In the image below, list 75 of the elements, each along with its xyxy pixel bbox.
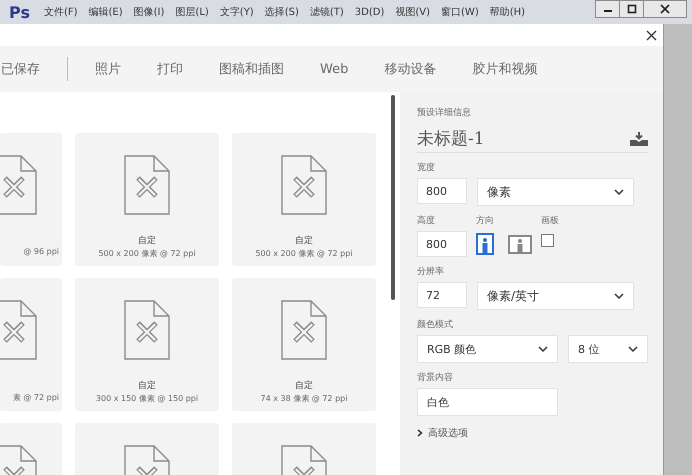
chevron-icon (628, 346, 638, 352)
preset-card[interactable]: @ 96 ppi (0, 133, 62, 266)
preset-name: 自定 (138, 380, 156, 392)
menu-item[interactable]: 3D(D) (354, 6, 384, 18)
menu-item[interactable]: 选择(S) (264, 5, 299, 19)
category-tab[interactable]: Web (320, 62, 348, 76)
field-label: 画板 (541, 214, 559, 227)
artboard-checkbox[interactable] (541, 234, 554, 247)
minimize-button[interactable] (595, 0, 620, 18)
field-label: 方向 (476, 214, 495, 227)
document-icon (124, 300, 170, 360)
field-label: 宽度 (417, 162, 436, 174)
close-button[interactable] (643, 0, 687, 18)
preset-card[interactable]: 自定 500 x 200 像素 @ 72 ppi (232, 133, 376, 266)
preset-size: 500 x 200 像素 @ 72 ppi (98, 248, 196, 259)
document-icon (124, 155, 170, 215)
portrait-orientation-icon[interactable] (476, 233, 494, 255)
menu-item[interactable]: 帮助(H) (490, 5, 526, 19)
category-tab[interactable]: 打印 (157, 60, 183, 78)
preset-card[interactable]: 素 @ 72 ppi (0, 278, 62, 411)
field-label: 分辨率 (417, 266, 445, 278)
app-logo[interactable]: Ps (0, 2, 44, 22)
preset-card[interactable]: 自定 74 x 38 像素 @ 72 ppi (232, 278, 376, 411)
category-tab[interactable]: 移动设备 (384, 60, 436, 78)
document-icon (0, 155, 37, 215)
menu-item[interactable]: 滤镜(T) (310, 5, 344, 19)
category-tab[interactable]: 图稿和插图 (219, 60, 284, 78)
close-icon (646, 30, 657, 40)
preset-name: 自定 (295, 380, 313, 392)
category-tab[interactable]: 胶片和视频 (472, 60, 538, 78)
section-heading: 预设详细信息 (417, 106, 472, 119)
chevron-icon (538, 346, 548, 352)
field-label: 高度 (417, 214, 436, 227)
preset-card[interactable]: 自定 500 x 200 像素 @ 72 ppi (75, 133, 219, 266)
menu-item[interactable]: 窗口(W) (441, 5, 479, 19)
preset-size: 素 @ 72 ppi (12, 392, 59, 403)
menu-item[interactable]: 文字(Y) (220, 5, 254, 19)
document-icon (281, 155, 327, 215)
close-icon (660, 4, 670, 14)
document-icon (281, 300, 327, 360)
menu-item[interactable]: 图像(I) (134, 5, 164, 19)
landscape-orientation-icon[interactable] (508, 234, 532, 254)
category-tab[interactable]: 已保存 (1, 60, 40, 78)
preset-size: 300 x 150 像素 @ 150 ppi (96, 393, 198, 404)
chevron-icon (417, 429, 423, 437)
field-label: 背景内容 (417, 372, 454, 384)
maximize-icon (626, 4, 636, 14)
advanced-options-link[interactable]: 高级选项 (417, 426, 468, 440)
chevron-icon (614, 189, 624, 195)
scrollbar-thumb[interactable] (391, 95, 395, 300)
chevron-icon (614, 293, 624, 299)
menu-item[interactable]: 图层(L) (175, 5, 209, 19)
preset-size: 500 x 200 像素 @ 72 ppi (255, 248, 353, 259)
preset-name: 自定 (138, 234, 156, 247)
width-field[interactable]: 800 (417, 178, 467, 204)
save-preset-icon[interactable] (630, 132, 648, 146)
preset-name: 自定 (295, 234, 313, 247)
color-mode-dropdown[interactable]: RGB 颜色 (417, 335, 558, 363)
menu-item[interactable]: 文件(F) (44, 5, 78, 19)
background-dropdown[interactable]: 白色 (417, 388, 558, 416)
document-name-field[interactable]: 未标题-1 (417, 127, 485, 150)
resolution-field[interactable]: 72 (417, 282, 467, 308)
unit-dropdown[interactable]: 像素 (477, 178, 634, 206)
category-tab[interactable]: 照片 (95, 60, 121, 78)
resolution-unit-dropdown[interactable]: 像素/英寸 (477, 282, 634, 310)
maximize-button[interactable] (619, 0, 644, 18)
bit-depth-dropdown[interactable]: 8 位 (568, 335, 648, 363)
preset-card[interactable]: 自定 300 x 150 像素 @ 150 ppi (75, 278, 219, 411)
document-icon (0, 300, 37, 360)
height-field[interactable]: 800 (417, 231, 467, 257)
preset-size: 74 x 38 像素 @ 72 ppi (260, 393, 348, 404)
preset-size: @ 96 ppi (23, 247, 59, 256)
menu-item[interactable]: 视图(V) (395, 5, 430, 19)
field-label: 颜色模式 (417, 318, 454, 331)
menu-item[interactable]: 编辑(E) (88, 5, 123, 19)
